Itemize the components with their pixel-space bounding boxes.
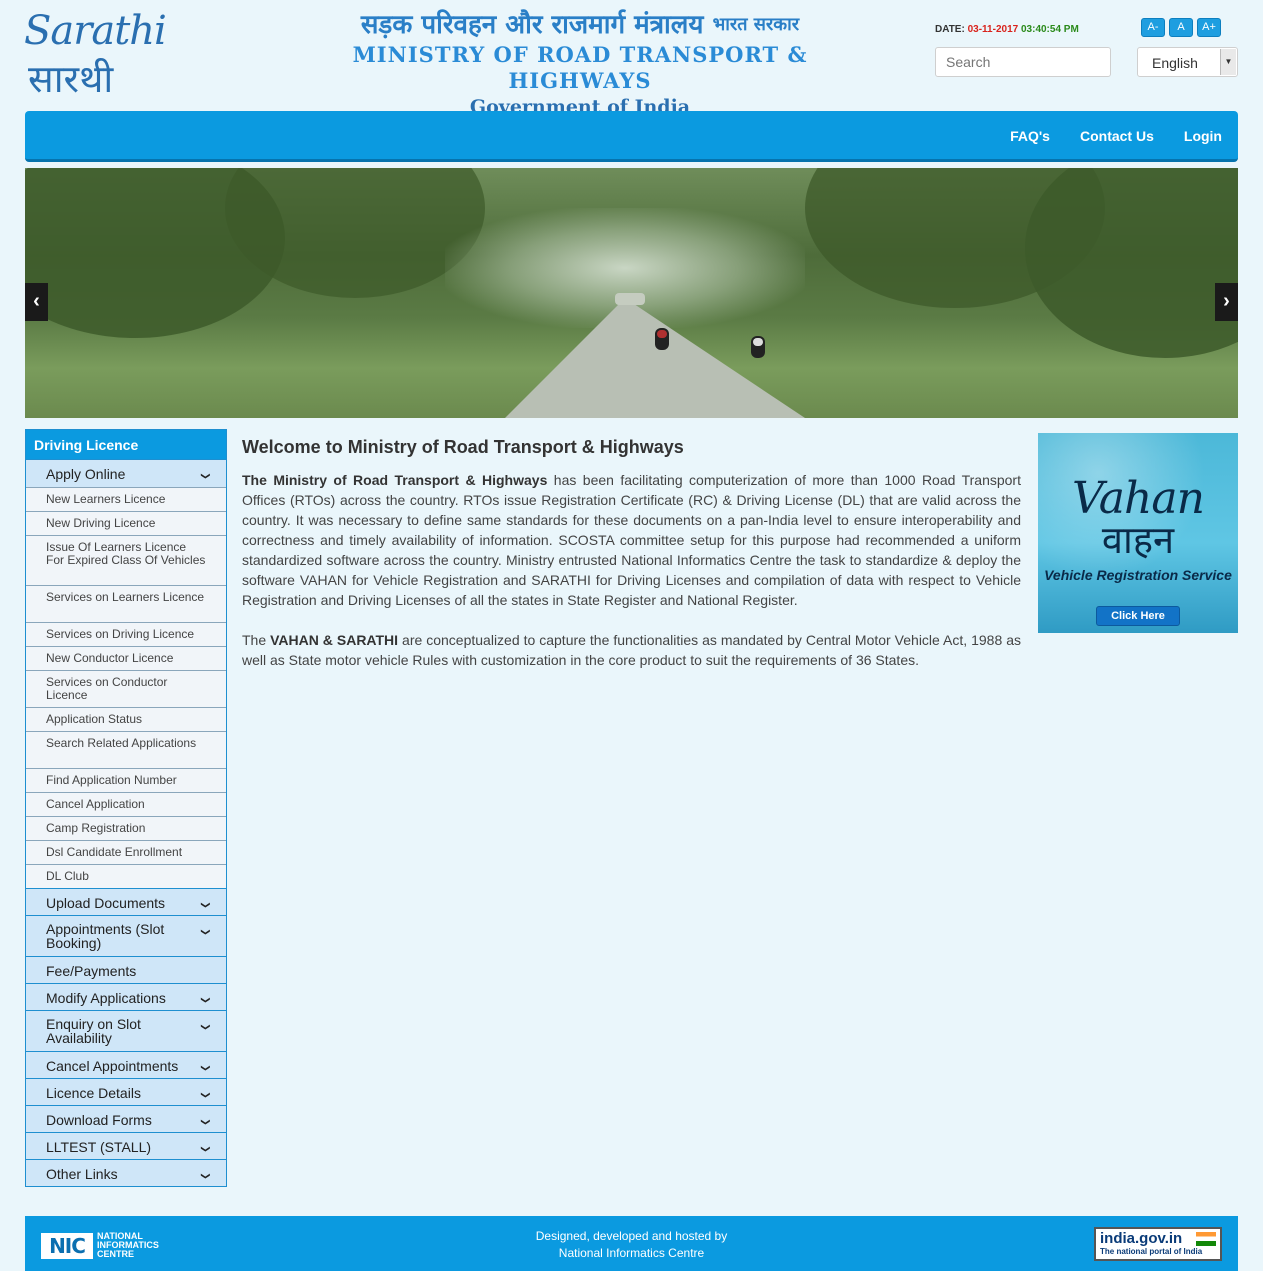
chevron-down-icon: ▼ [1220, 49, 1236, 75]
chevron-down-icon: ❯ [201, 1172, 212, 1180]
sidebar-item-other-links[interactable]: Other Links ❯ [26, 1159, 226, 1186]
sidebar-subitem[interactable]: Services on Learners Licence [26, 585, 226, 622]
font-decrease-button[interactable]: A- [1141, 18, 1165, 37]
sidebar-item-label: LLTEST (STALL) [46, 1139, 152, 1155]
sidebar-item-label: Download Forms [46, 1112, 152, 1128]
sidebar-item-cancel-appointments[interactable]: Cancel Appointments ❯ [26, 1051, 226, 1078]
footer-line-1: Designed, developed and hosted by [535, 1229, 728, 1243]
sarathi-logo[interactable]: Sarathi सारथी [24, 8, 167, 102]
sidebar-item-label: Apply Online [46, 466, 126, 482]
logo-text-hindi: सारथी [28, 57, 114, 101]
font-increase-button[interactable]: A+ [1197, 18, 1221, 37]
footer: NIC NATIONAL INFORMATICS CENTRE Designed… [25, 1216, 1238, 1271]
banner-carousel: ‹ › [25, 168, 1238, 418]
chevron-down-icon: ❯ [201, 1118, 212, 1126]
sidebar-item-download-forms[interactable]: Download Forms ❯ [26, 1105, 226, 1132]
vahan-subtitle: Vehicle Registration Service [1044, 567, 1232, 583]
sidebar-subitem[interactable]: Camp Registration [26, 816, 226, 840]
chevron-down-icon: ❯ [201, 1145, 212, 1153]
chevron-down-icon: ❯ [201, 472, 212, 480]
sidebar-item-label: Appointments (Slot Booking) [46, 921, 165, 951]
sidebar-subitem[interactable]: Issue Of Learners Licence For Expired Cl… [26, 535, 226, 585]
vahan-title-hindi: वाहन [1101, 518, 1175, 562]
ministry-english: MINISTRY OF ROAD TRANSPORT & HIGHWAYS [352, 42, 808, 93]
sidebar-item-appointments[interactable]: Appointments (Slot Booking) ❯ [26, 915, 226, 956]
sidebar-subitem[interactable]: Find Application Number [26, 768, 226, 792]
carousel-prev-button[interactable]: ‹ [25, 283, 48, 321]
language-select[interactable]: English ▼ [1137, 47, 1238, 77]
chevron-down-icon: ❯ [201, 1023, 212, 1031]
sidebar-subitem[interactable]: Services on Driving Licence [26, 622, 226, 646]
vahan-click-here-button[interactable]: Click Here [1096, 606, 1180, 626]
sidebar-item-label: Upload Documents [46, 895, 166, 911]
sidebar-subitem[interactable]: Dsl Candidate Enrollment [26, 840, 226, 864]
nav-login[interactable]: Login [1184, 128, 1222, 144]
vahan-sarathi-paragraph: The VAHAN & SARATHI are conceptualized t… [242, 632, 1021, 668]
time-value: 03:40:54 PM [1020, 24, 1079, 35]
ministry-hindi: सड़क परिवहन और राजमार्ग मंत्रालय [360, 10, 704, 40]
sidebar-item-label: Cancel Appointments [46, 1058, 179, 1074]
sidebar-subitem[interactable]: Services on Conductor Licence [26, 670, 226, 707]
sidebar-title: Driving Licence [26, 430, 226, 459]
main-content: Welcome to Ministry of Road Transport & … [242, 437, 1021, 690]
sidebar-item-modify-applications[interactable]: Modify Applications ❯ [26, 983, 226, 1010]
page-title: Welcome to Ministry of Road Transport & … [242, 437, 684, 457]
sidebar-subitem[interactable]: New Conductor Licence [26, 646, 226, 670]
sidebar-item-label: Other Links [46, 1166, 118, 1182]
vahan-ad-banner[interactable]: Vahan वाहन Vehicle Registration Service … [1038, 433, 1238, 633]
sidebar-subitem[interactable]: Application Status [26, 707, 226, 731]
carousel-next-button[interactable]: › [1215, 283, 1238, 321]
sidebar: Driving Licence Apply Online ❯ New Learn… [25, 429, 227, 1187]
logo-text-latin: Sarathi [24, 8, 167, 54]
date-label: DATE: [935, 24, 965, 35]
chevron-down-icon: ❯ [201, 996, 212, 1004]
sidebar-item-lltest[interactable]: LLTEST (STALL) ❯ [26, 1132, 226, 1159]
chevron-down-icon: ❯ [201, 1064, 212, 1072]
footer-credits: Designed, developed and hosted by Nation… [25, 1228, 1238, 1262]
chevron-down-icon: ❯ [201, 1091, 212, 1099]
sidebar-item-apply-online[interactable]: Apply Online ❯ [26, 459, 226, 487]
main-navbar: FAQ's Contact Us Login [25, 111, 1238, 162]
india-portal-sub: The national portal of India [1100, 1247, 1203, 1256]
ministry-title: सड़क परिवहन और राजमार्ग मंत्रालय भारत सर… [300, 8, 860, 120]
search-input[interactable] [935, 47, 1111, 77]
sidebar-item-label: Fee/Payments [46, 963, 137, 979]
sidebar-subitem[interactable]: DL Club [26, 864, 226, 888]
sidebar-item-label: Modify Applications [46, 990, 166, 1006]
nav-faqs[interactable]: FAQ's [1010, 128, 1050, 144]
sidebar-item-label: Enquiry on Slot Availability [46, 1016, 141, 1046]
font-size-controls: A- A A+ [1141, 18, 1221, 37]
sidebar-subitem[interactable]: New Learners Licence [26, 487, 226, 511]
sidebar-subitem[interactable]: Search Related Applications [26, 731, 226, 768]
nav-contact-us[interactable]: Contact Us [1080, 128, 1154, 144]
language-selected: English [1152, 55, 1198, 71]
footer-line-2: National Informatics Centre [558, 1246, 705, 1260]
sidebar-item-licence-details[interactable]: Licence Details ❯ [26, 1078, 226, 1105]
sidebar-item-enquiry-slot[interactable]: Enquiry on Slot Availability ❯ [26, 1010, 226, 1051]
date-time: DATE: 03-11-2017 03:40:54 PM [935, 24, 1079, 35]
sidebar-item-fee-payments[interactable]: Fee/Payments [26, 956, 226, 983]
chevron-down-icon: ❯ [201, 928, 212, 936]
sidebar-subitem[interactable]: New Driving Licence [26, 511, 226, 535]
date-value: 03-11-2017 [967, 24, 1019, 35]
font-normal-button[interactable]: A [1169, 18, 1193, 37]
sidebar-subitem[interactable]: Cancel Application [26, 792, 226, 816]
ministry-hindi-gov: भारत सरकार [712, 14, 800, 35]
chevron-down-icon: ❯ [201, 901, 212, 909]
sidebar-item-upload-documents[interactable]: Upload Documents ❯ [26, 888, 226, 915]
intro-paragraph: The Ministry of Road Transport & Highway… [242, 472, 1021, 608]
india-flag-icon [1196, 1232, 1216, 1246]
sidebar-item-label: Licence Details [46, 1085, 141, 1101]
india-gov-logo[interactable]: india.gov.in The national portal of Indi… [1094, 1227, 1222, 1261]
